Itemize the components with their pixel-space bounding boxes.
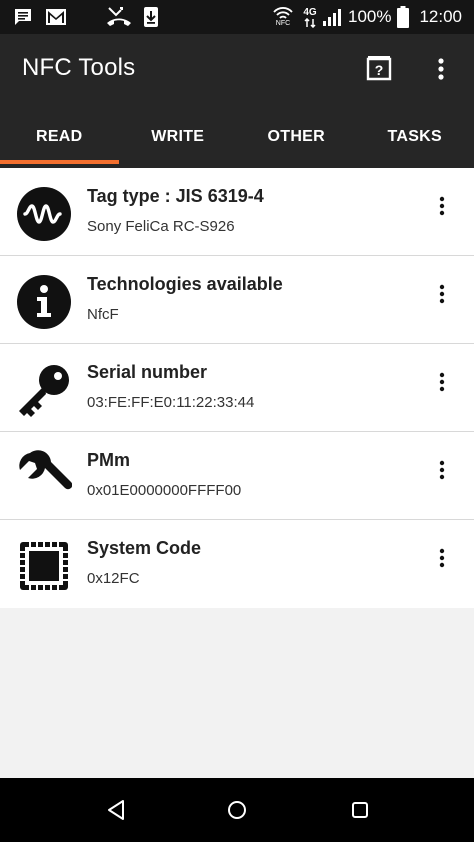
- more-vert-icon: [439, 196, 445, 216]
- home-icon: [228, 801, 246, 819]
- app-title: NFC Tools: [22, 54, 136, 81]
- clock: 12:00: [419, 7, 462, 26]
- row-title: PMm: [87, 450, 131, 470]
- row-title: Technologies available: [87, 274, 283, 294]
- tab-write[interactable]: WRITE: [119, 106, 238, 168]
- help-button[interactable]: ?: [364, 54, 394, 84]
- row-value: NfcF: [87, 306, 119, 323]
- missed-call-icon: [106, 5, 132, 29]
- recents-button[interactable]: [346, 796, 374, 824]
- nfc-label: NFC: [275, 20, 291, 27]
- signal-icon: [322, 5, 344, 29]
- nfc-icon: NFC: [270, 5, 296, 29]
- message-icon: [12, 5, 34, 29]
- more-vert-icon: [439, 548, 445, 568]
- row-title: Serial number: [87, 362, 208, 382]
- row-menu-button[interactable]: [430, 544, 454, 572]
- app-bar: NFC Tools ?: [0, 34, 474, 106]
- row-title: System Code: [87, 538, 202, 558]
- home-button[interactable]: [223, 796, 251, 824]
- back-icon: [108, 800, 124, 820]
- wrench-icon: [16, 450, 73, 506]
- row-value: 0x12FC: [87, 570, 140, 587]
- help-book-icon: ?: [366, 56, 392, 81]
- info-icon: [16, 274, 72, 330]
- chip-icon: [16, 538, 72, 594]
- tab-other[interactable]: OTHER: [237, 106, 356, 168]
- svg-text:?: ?: [375, 62, 384, 78]
- overflow-menu-button[interactable]: [426, 54, 456, 84]
- key-icon: [16, 362, 72, 418]
- back-button[interactable]: [102, 796, 130, 824]
- wave-icon: [16, 186, 72, 242]
- row-value: 03:FE:FF:E0:11:22:33:44: [87, 394, 255, 411]
- battery-percent: 100%: [348, 7, 392, 26]
- row-title: Tag type : JIS 6319-4: [87, 186, 264, 206]
- navigation-bar: [0, 778, 474, 842]
- battery-icon: [396, 5, 410, 29]
- network-type-icon: 4G: [300, 5, 320, 29]
- network-label: 4G: [303, 6, 317, 18]
- screen: NFC 4G 100% 12:00 NFC Tools ? READ WRITE…: [0, 0, 474, 842]
- more-vert-icon: [439, 372, 445, 392]
- tab-read[interactable]: READ: [0, 106, 119, 168]
- row-menu-button[interactable]: [430, 368, 454, 396]
- list-item-pmm[interactable]: PMm 0x01E0000000FFFF00: [0, 432, 474, 520]
- more-vert-icon: [439, 284, 445, 304]
- row-menu-button[interactable]: [430, 192, 454, 220]
- tag-info-list: Tag type : JIS 6319-4 Sony FeliCa RC-S92…: [0, 168, 474, 608]
- recents-icon: [352, 802, 368, 818]
- tab-bar: READ WRITE OTHER TASKS: [0, 106, 474, 168]
- more-vert-icon: [439, 460, 445, 480]
- row-menu-button[interactable]: [430, 456, 454, 484]
- row-value: Sony FeliCa RC-S926: [87, 218, 235, 235]
- download-icon: [142, 5, 160, 29]
- row-value: 0x01E0000000FFFF00: [87, 482, 242, 499]
- list-item-serial-number[interactable]: Serial number 03:FE:FF:E0:11:22:33:44: [0, 344, 474, 432]
- list-item-technologies[interactable]: Technologies available NfcF: [0, 256, 474, 344]
- gmail-icon: [44, 5, 68, 29]
- list-item-tag-type[interactable]: Tag type : JIS 6319-4 Sony FeliCa RC-S92…: [0, 168, 474, 256]
- list-item-system-code[interactable]: System Code 0x12FC: [0, 520, 474, 608]
- more-vert-icon: [438, 58, 444, 80]
- status-bar: NFC 4G 100% 12:00: [0, 0, 474, 34]
- row-menu-button[interactable]: [430, 280, 454, 308]
- tab-tasks[interactable]: TASKS: [356, 106, 474, 168]
